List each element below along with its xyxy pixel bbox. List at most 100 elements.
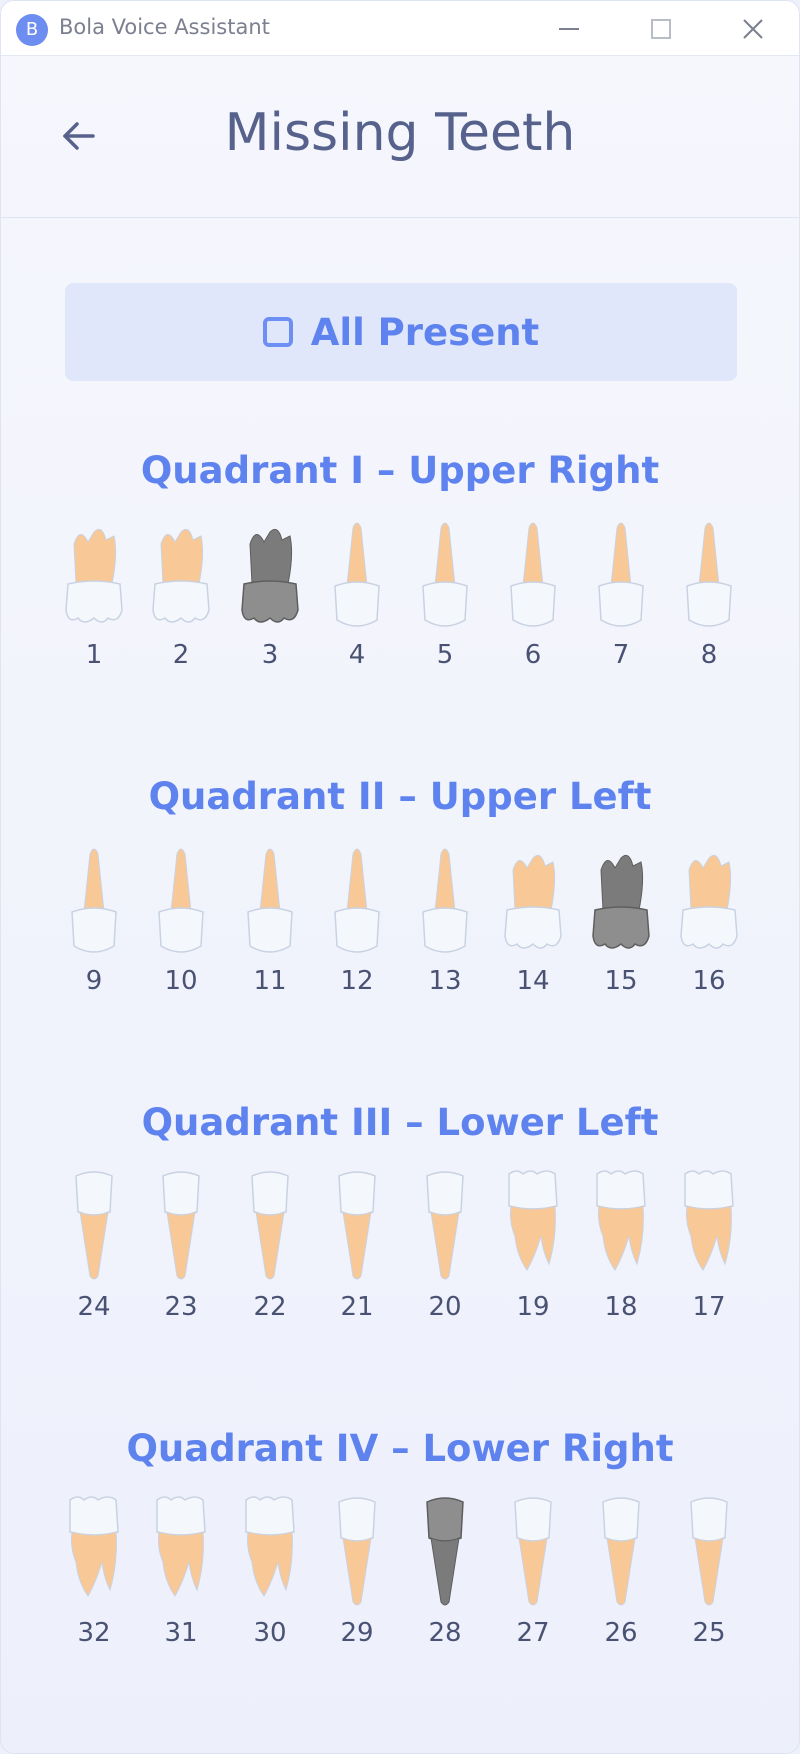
quadrant-4-title: Quadrant IV – Lower Right — [126, 1427, 674, 1470]
tooth-25-icon — [690, 1497, 728, 1606]
tooth-13-icon — [422, 848, 468, 953]
tooth-number: 11 — [253, 966, 287, 996]
page-header: Missing Teeth — [1, 55, 799, 218]
tooth-9[interactable]: 9 — [52, 840, 136, 1000]
tooth-31-icon — [156, 1496, 206, 1597]
tooth-29[interactable]: 29 — [315, 1492, 399, 1652]
all-present-toggle[interactable]: All Present — [65, 283, 737, 381]
tooth-27-icon — [514, 1497, 552, 1606]
quadrant-3-title: Quadrant III – Lower Left — [141, 1101, 659, 1144]
tooth-11-icon — [247, 848, 293, 953]
tooth-28-icon — [426, 1497, 464, 1606]
tooth-7-icon — [598, 522, 644, 627]
app-title: Bola Voice Assistant — [59, 15, 270, 39]
tooth-21-icon — [338, 1171, 376, 1280]
tooth-4-icon — [334, 522, 380, 627]
tooth-15-icon — [592, 854, 650, 949]
tooth-25[interactable]: 25 — [667, 1492, 751, 1652]
tooth-number: 9 — [85, 966, 103, 996]
tooth-24-icon — [75, 1171, 113, 1280]
tooth-16[interactable]: 16 — [667, 840, 751, 1000]
maximize-button[interactable] — [641, 9, 681, 49]
tooth-number: 14 — [516, 966, 550, 996]
tooth-27[interactable]: 27 — [491, 1492, 575, 1652]
tooth-13[interactable]: 13 — [403, 840, 487, 1000]
tooth-7[interactable]: 7 — [579, 514, 663, 674]
tooth-26[interactable]: 26 — [579, 1492, 663, 1652]
tooth-number: 26 — [604, 1618, 638, 1648]
tooth-23[interactable]: 23 — [139, 1166, 223, 1326]
tooth-number: 18 — [604, 1292, 638, 1322]
page-title: Missing Teeth — [224, 103, 576, 163]
tooth-5-icon — [422, 522, 468, 627]
tooth-number: 25 — [692, 1618, 726, 1648]
tooth-8-icon — [686, 522, 732, 627]
tooth-number: 30 — [253, 1618, 287, 1648]
tooth-30[interactable]: 30 — [228, 1492, 312, 1652]
tooth-15[interactable]: 15 — [579, 840, 663, 1000]
close-button[interactable] — [733, 9, 773, 49]
tooth-28[interactable]: 28 — [403, 1492, 487, 1652]
tooth-number: 19 — [516, 1292, 550, 1322]
tooth-number: 7 — [612, 640, 630, 670]
tooth-6[interactable]: 6 — [491, 514, 575, 674]
tooth-30-icon — [245, 1496, 295, 1597]
app-logo-icon: B — [16, 14, 48, 46]
tooth-1[interactable]: 1 — [52, 514, 136, 674]
tooth-number: 24 — [77, 1292, 111, 1322]
quadrant-4-teeth: 32 31 30 29 28 27 26 25 — [1, 1492, 799, 1652]
tooth-number: 1 — [85, 640, 103, 670]
all-present-checkbox[interactable] — [262, 317, 293, 347]
tooth-32[interactable]: 32 — [52, 1492, 136, 1652]
maximize-icon — [651, 19, 671, 39]
quadrant-1-title: Quadrant I – Upper Right — [140, 449, 660, 492]
tooth-number: 28 — [428, 1618, 462, 1648]
tooth-29-icon — [338, 1497, 376, 1606]
tooth-24[interactable]: 24 — [52, 1166, 136, 1326]
minimize-button[interactable] — [549, 9, 589, 49]
tooth-20[interactable]: 20 — [403, 1166, 487, 1326]
tooth-18[interactable]: 18 — [579, 1166, 663, 1326]
tooth-23-icon — [162, 1171, 200, 1280]
tooth-number: 3 — [261, 640, 279, 670]
tooth-number: 5 — [436, 640, 454, 670]
tooth-32-icon — [69, 1496, 119, 1597]
tooth-11[interactable]: 11 — [228, 840, 312, 1000]
tooth-2-icon — [152, 528, 210, 623]
tooth-6-icon — [510, 522, 556, 627]
tooth-5[interactable]: 5 — [403, 514, 487, 674]
tooth-number: 4 — [348, 640, 366, 670]
tooth-26-icon — [602, 1497, 640, 1606]
tooth-21[interactable]: 21 — [315, 1166, 399, 1326]
tooth-9-icon — [71, 848, 117, 953]
tooth-4[interactable]: 4 — [315, 514, 399, 674]
tooth-12-icon — [334, 848, 380, 953]
tooth-20-icon — [426, 1171, 464, 1280]
quadrant-2-teeth: 9 10 11 12 13 14 15 16 — [1, 840, 799, 1000]
quadrant-1-teeth: 1 2 3 4 5 6 7 8 — [1, 514, 799, 674]
tooth-14[interactable]: 14 — [491, 840, 575, 1000]
tooth-12[interactable]: 12 — [315, 840, 399, 1000]
tooth-number: 23 — [164, 1292, 198, 1322]
tooth-22-icon — [251, 1171, 289, 1280]
tooth-17[interactable]: 17 — [667, 1166, 751, 1326]
tooth-number: 17 — [692, 1292, 726, 1322]
all-present-label: All Present — [310, 310, 540, 354]
tooth-17-icon — [684, 1170, 734, 1271]
tooth-number: 10 — [164, 966, 198, 996]
tooth-31[interactable]: 31 — [139, 1492, 223, 1652]
tooth-19[interactable]: 19 — [491, 1166, 575, 1326]
tooth-number: 16 — [692, 966, 726, 996]
tooth-number: 6 — [524, 640, 542, 670]
tooth-2[interactable]: 2 — [139, 514, 223, 674]
tooth-19-icon — [508, 1170, 558, 1271]
tooth-number: 2 — [172, 640, 190, 670]
minimize-icon — [559, 28, 579, 30]
tooth-10[interactable]: 10 — [139, 840, 223, 1000]
tooth-8[interactable]: 8 — [667, 514, 751, 674]
quadrant-2-title: Quadrant II – Upper Left — [148, 775, 652, 818]
tooth-3[interactable]: 3 — [228, 514, 312, 674]
tooth-number: 12 — [340, 966, 374, 996]
tooth-22[interactable]: 22 — [228, 1166, 312, 1326]
close-icon — [743, 19, 763, 39]
